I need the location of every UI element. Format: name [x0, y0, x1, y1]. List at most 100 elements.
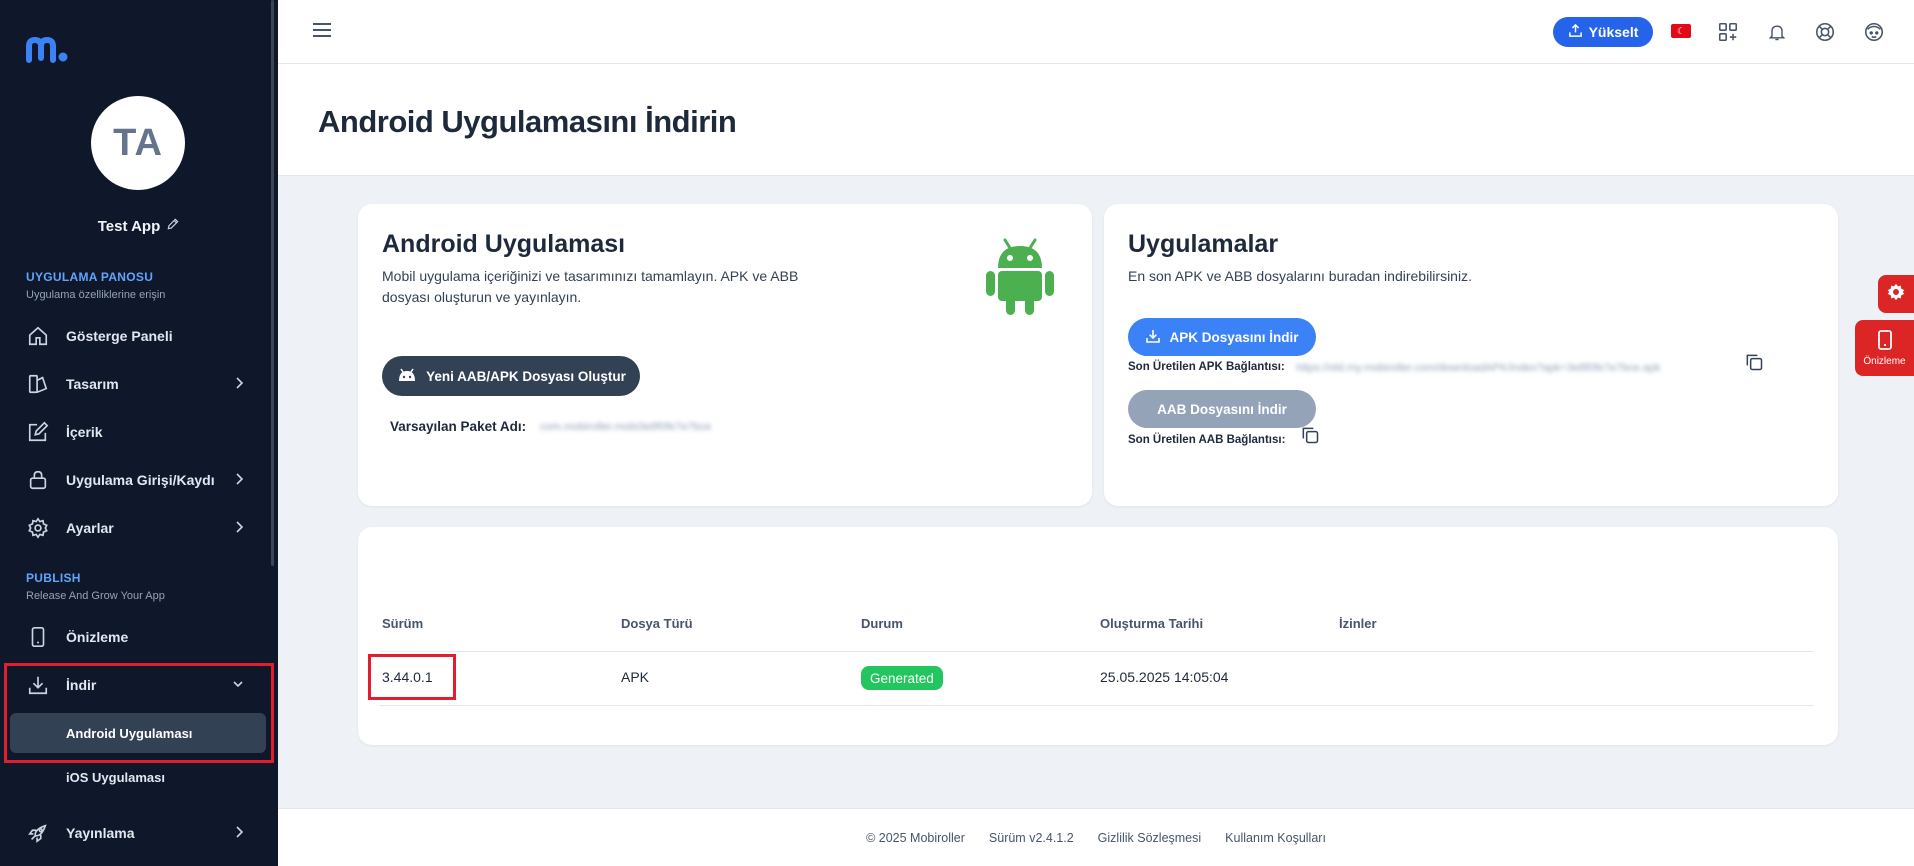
sidebar-item-label: Ayarlar: [66, 520, 114, 536]
footer-version: Sürüm v2.4.1.2: [988, 831, 1074, 845]
download-aab-label: AAB Dosyasını İndir: [1157, 401, 1287, 417]
table-cell-created: 25.05.2025 14:05:04: [1100, 669, 1229, 685]
gear-icon: [26, 516, 50, 540]
android-card-title: Android Uygulaması: [382, 230, 626, 258]
table-divider: [380, 705, 1814, 706]
download-icon: [1145, 328, 1161, 347]
palette-icon: [26, 372, 50, 396]
sidebar-item-download[interactable]: İndir: [0, 665, 278, 705]
help-lifebuoy-icon[interactable]: [1812, 19, 1838, 45]
table-header-file-type: Dosya Türü: [621, 616, 693, 631]
sidebar-item-dashboard[interactable]: Gösterge Paneli: [0, 316, 278, 356]
section-title-publish: PUBLISH: [26, 571, 81, 585]
sidebar-item-login[interactable]: Uygulama Girişi/Kaydı: [0, 460, 278, 500]
download-apk-button[interactable]: APK Dosyasını İndir: [1128, 318, 1316, 356]
chevron-right-icon: [234, 472, 244, 489]
flag-crescent: ☾: [1676, 25, 1686, 36]
table-cell-file-type: APK: [621, 669, 650, 685]
sidebar-item-label: İndir: [66, 677, 97, 693]
android-card-description: Mobil uygulama içeriğinizi ve tasarımını…: [382, 268, 799, 305]
hamburger-menu-icon[interactable]: [312, 20, 332, 45]
pencil-icon[interactable]: [166, 217, 180, 235]
turkish-flag-icon[interactable]: ☾: [1671, 24, 1691, 38]
copy-aab-link-icon[interactable]: [1300, 425, 1322, 447]
android-robot-icon: [986, 234, 1054, 321]
bell-icon[interactable]: [1764, 19, 1790, 45]
edit-icon: [26, 420, 50, 444]
user-avatar-icon[interactable]: [1861, 19, 1887, 45]
footer-privacy-link[interactable]: Gizlilik Sözleşmesi: [1098, 831, 1202, 845]
floating-settings-button[interactable]: [1878, 275, 1914, 313]
table-divider: [380, 651, 1814, 652]
sidebar: TA Test App UYGULAMA PANOSU Uygulama öze…: [0, 0, 278, 866]
package-name-label: Varsayılan Paket Adı:: [390, 419, 527, 434]
floating-preview-label: Önizleme: [1863, 355, 1906, 367]
sidebar-subitem-label: Android Uygulaması: [66, 725, 193, 741]
package-name-value: com.mobiroller.mobi3e8f0fe7e7bce: [540, 421, 712, 433]
sidebar-item-label: Gösterge Paneli: [66, 328, 173, 344]
topbar: Yükselt ☾: [278, 0, 1914, 64]
app-name[interactable]: Test App: [0, 217, 278, 235]
chevron-down-icon: [232, 677, 244, 694]
apk-link-label: Son Üretilen APK Bağlantısı:: [1128, 361, 1285, 373]
page-title: Android Uygulamasını İndirin: [318, 104, 737, 139]
sidebar-item-label: Yayınlama: [66, 825, 135, 841]
section-subtitle-dashboard: Uygulama özelliklerine erişin: [26, 289, 166, 301]
home-icon: [26, 324, 50, 348]
android-head-icon: [396, 368, 418, 385]
upload-icon: [1568, 23, 1583, 41]
sidebar-item-label: Tasarım: [66, 376, 119, 392]
download-icon: [26, 673, 50, 697]
sidebar-item-preview[interactable]: Önizleme: [0, 617, 278, 657]
download-apk-label: APK Dosyasını İndir: [1169, 329, 1299, 345]
sidebar-subitem-android[interactable]: Android Uygulaması: [10, 713, 266, 753]
apps-card: Uygulamalar En son APK ve ABB dosyaların…: [1104, 204, 1838, 506]
app-name-label: Test App: [97, 217, 161, 235]
gear-icon: [1887, 283, 1905, 306]
sidebar-item-design[interactable]: Tasarım: [0, 364, 278, 404]
table-header-permissions: İzinler: [1339, 616, 1377, 631]
apps-add-icon[interactable]: [1715, 19, 1741, 45]
footer-terms-link[interactable]: Kullanım Koşulları: [1225, 831, 1326, 845]
aab-link-label: Son Üretilen AAB Bağlantısı:: [1128, 434, 1286, 446]
create-aab-apk-button[interactable]: Yeni AAB/APK Dosyası Oluştur: [382, 356, 640, 396]
create-button-label: Yeni AAB/APK Dosyası Oluştur: [426, 368, 626, 384]
sidebar-item-label: Önizleme: [66, 629, 129, 645]
footer: © 2025 Mobiroller Sürüm v2.4.1.2 Gizlili…: [278, 808, 1914, 866]
table-cell-version: 3.44.0.1: [382, 669, 433, 685]
sidebar-subitem-label: iOS Uygulaması: [66, 769, 165, 785]
avatar[interactable]: TA: [91, 96, 185, 190]
copy-apk-link-icon[interactable]: [1744, 352, 1766, 374]
sidebar-item-publishing[interactable]: Yayınlama: [0, 813, 278, 853]
sidebar-item-label: Uygulama Girişi/Kaydı: [66, 472, 215, 488]
section-subtitle-publish: Release And Grow Your App: [26, 590, 165, 602]
sidebar-item-settings[interactable]: Ayarlar: [0, 508, 278, 548]
table-header-created: Oluşturma Tarihi: [1100, 616, 1204, 631]
mobiroller-logo[interactable]: [26, 36, 70, 69]
phone-icon: [26, 625, 50, 649]
footer-links: © 2025 Mobiroller Sürüm v2.4.1.2 Gizlili…: [278, 831, 1914, 845]
apps-card-title: Uygulamalar: [1128, 230, 1279, 258]
builds-table-card: [358, 527, 1838, 745]
chevron-right-icon: [234, 376, 244, 393]
footer-copyright: © 2025 Mobiroller: [866, 831, 965, 845]
apk-link-value[interactable]: https://old.my.mobiroller.com/downloadAP…: [1296, 362, 1732, 374]
sidebar-item-label: İçerik: [66, 424, 103, 440]
sidebar-subitem-ios[interactable]: iOS Uygulaması: [10, 757, 266, 797]
table-header-version: Sürüm: [382, 616, 424, 631]
chevron-right-icon: [234, 825, 244, 842]
status-badge: Generated: [861, 666, 943, 690]
upgrade-button[interactable]: Yükselt: [1553, 17, 1653, 47]
page-header: Android Uygulamasını İndirin: [278, 64, 1914, 176]
rocket-icon: [26, 821, 50, 845]
table-header-status: Durum: [861, 616, 903, 631]
android-app-card: Android Uygulaması Mobil uygulama içeriğ…: [358, 204, 1092, 506]
apps-card-description: En son APK ve ABB dosyalarını buradan in…: [1128, 268, 1472, 284]
sidebar-item-content[interactable]: İçerik: [0, 412, 278, 452]
phone-icon: [1877, 329, 1893, 353]
lock-icon: [26, 468, 50, 492]
floating-preview-button[interactable]: Önizleme: [1855, 320, 1914, 376]
chevron-right-icon: [234, 520, 244, 537]
download-aab-button[interactable]: AAB Dosyasını İndir: [1128, 390, 1316, 428]
upgrade-label: Yükselt: [1588, 24, 1639, 40]
